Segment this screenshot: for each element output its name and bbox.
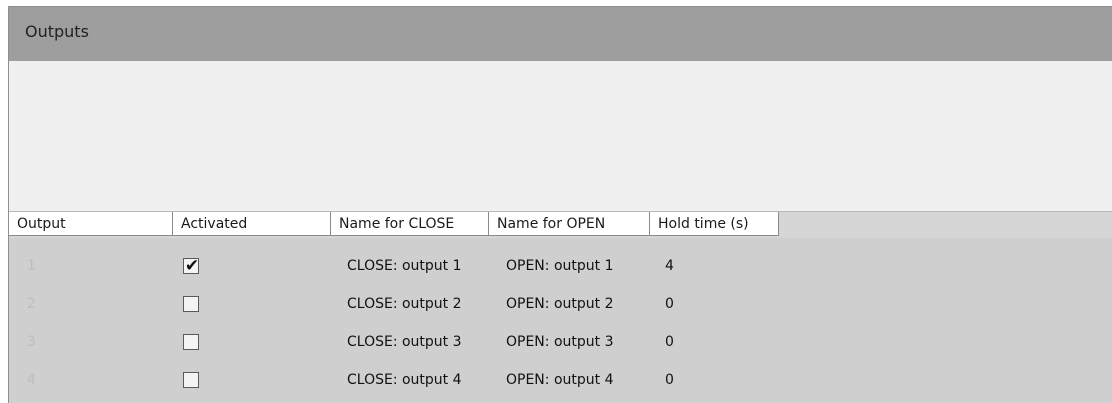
output-index: 4 [27, 372, 36, 388]
close-name-cell[interactable]: CLOSE: output 4 [347, 362, 479, 398]
grid-header-row: Output Activated Name for CLOSE Name for… [9, 212, 1112, 238]
panel-body [9, 61, 1112, 211]
close-name-cell[interactable]: CLOSE: output 1 [347, 248, 479, 284]
output-index: 1 [27, 258, 36, 274]
column-header-hold-time[interactable]: Hold time (s) [650, 212, 779, 236]
table-row[interactable]: 2 CLOSE: output 2 OPEN: output 2 0 [9, 286, 1112, 322]
hold-time-cell[interactable]: 0 [665, 324, 765, 360]
activated-checkbox[interactable] [183, 296, 199, 312]
outputs-grid: Output Activated Name for CLOSE Name for… [9, 211, 1112, 403]
table-row[interactable]: 3 CLOSE: output 3 OPEN: output 3 0 [9, 324, 1112, 360]
column-header-activated[interactable]: Activated [173, 212, 331, 236]
hold-time-cell[interactable]: 0 [665, 286, 765, 322]
panel-title: Outputs [25, 22, 89, 41]
activated-checkbox[interactable]: ✔ [183, 256, 200, 276]
close-name-cell[interactable]: CLOSE: output 3 [347, 324, 479, 360]
table-row[interactable]: 1 ✔ CLOSE: output 1 OPEN: output 1 4 [9, 248, 1112, 284]
open-name-cell[interactable]: OPEN: output 4 [506, 362, 646, 398]
table-row[interactable]: 4 CLOSE: output 4 OPEN: output 4 0 [9, 362, 1112, 398]
hold-time-cell[interactable]: 0 [665, 362, 765, 398]
open-name-cell[interactable]: OPEN: output 3 [506, 324, 646, 360]
panel-header: Outputs [9, 7, 1112, 61]
column-header-name-for-open[interactable]: Name for OPEN [489, 212, 650, 236]
output-index: 3 [27, 334, 36, 350]
open-name-cell[interactable]: OPEN: output 1 [506, 248, 646, 284]
column-header-name-for-close[interactable]: Name for CLOSE [331, 212, 489, 236]
outputs-panel: Outputs Output Activated Name for CLOSE … [8, 6, 1112, 403]
open-name-cell[interactable]: OPEN: output 2 [506, 286, 646, 322]
close-name-cell[interactable]: CLOSE: output 2 [347, 286, 479, 322]
activated-checkbox[interactable] [183, 372, 199, 388]
check-icon: ✔ [184, 256, 200, 276]
column-header-output[interactable]: Output [9, 212, 173, 236]
activated-checkbox[interactable] [183, 334, 199, 350]
hold-time-cell[interactable]: 4 [665, 248, 765, 284]
output-index: 2 [27, 296, 36, 312]
